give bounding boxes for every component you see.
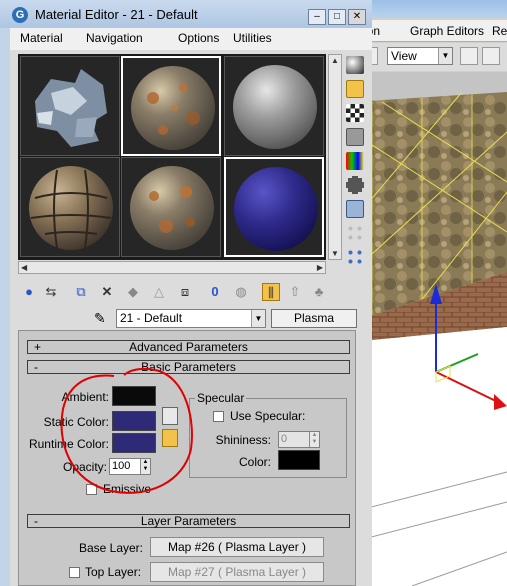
base-layer-label: Base Layer: bbox=[78, 541, 143, 555]
window-titlebar: G Material Editor - 21 - Default – □ ✕ bbox=[0, 0, 372, 28]
slots-horizontal-scrollbar[interactable]: ◀ ▶ bbox=[18, 261, 326, 274]
background-menubar: ition Graph Editors Re bbox=[352, 20, 507, 42]
sample-slot-3[interactable] bbox=[224, 56, 324, 156]
blue-plasma-preview bbox=[234, 167, 318, 251]
put-to-scene-icon[interactable]: ⇆ bbox=[42, 283, 60, 301]
copy-material-icon[interactable]: ◆ bbox=[124, 283, 142, 301]
rollout-layer-parameters[interactable]: - Layer Parameters bbox=[27, 514, 350, 528]
go-to-parent-icon[interactable]: ⇧ bbox=[286, 283, 304, 301]
background-checker-icon[interactable] bbox=[346, 104, 364, 122]
reference-coordinate-value: View bbox=[391, 49, 417, 63]
scroll-right-icon[interactable]: ▶ bbox=[317, 263, 323, 272]
material-editor-window: G Material Editor - 21 - Default – □ ✕ M… bbox=[0, 0, 372, 586]
menu-item-material[interactable]: Material bbox=[20, 31, 63, 45]
show-end-result-icon[interactable]: ⫼ bbox=[262, 283, 280, 301]
menu-item-graph-editors[interactable]: Graph Editors bbox=[410, 24, 484, 38]
material-map-navigator-icon[interactable] bbox=[346, 248, 364, 266]
window-title: Material Editor - 21 - Default bbox=[35, 7, 198, 22]
material-type-button[interactable]: Plasma Standard bbox=[271, 309, 357, 342]
select-icon[interactable] bbox=[482, 47, 500, 65]
pivot-icon[interactable] bbox=[460, 47, 478, 65]
menu-bar: Material Navigation Options Utilities bbox=[10, 28, 372, 50]
rust-spots-2 bbox=[149, 186, 195, 233]
sample-slot-1[interactable] bbox=[20, 56, 120, 156]
menu-item-navigation[interactable]: Navigation bbox=[86, 31, 143, 45]
sample-type-icon[interactable] bbox=[346, 56, 364, 74]
get-material-icon[interactable]: ● bbox=[20, 283, 38, 301]
scroll-left-icon[interactable]: ◀ bbox=[21, 263, 27, 272]
tile-grooves bbox=[30, 169, 112, 249]
rock-chunk-preview bbox=[35, 69, 107, 147]
options-icon[interactable] bbox=[346, 200, 364, 218]
slots-vertical-scrollbar[interactable]: ▲ ▼ bbox=[328, 54, 342, 260]
backlight-icon[interactable] bbox=[346, 80, 364, 98]
chevron-down-icon: ▼ bbox=[438, 48, 452, 64]
scroll-up-icon[interactable]: ▲ bbox=[331, 56, 339, 65]
background-titlebar bbox=[352, 0, 507, 18]
sample-slots-grid bbox=[18, 54, 326, 260]
maximize-button[interactable]: □ bbox=[328, 9, 346, 25]
sample-slot-6[interactable] bbox=[224, 157, 324, 257]
sample-slot-4[interactable] bbox=[20, 157, 120, 257]
top-layer-map-button[interactable]: Map #27 ( Plasma Layer ) bbox=[150, 562, 324, 582]
rust-spots bbox=[147, 84, 200, 135]
material-editor-client: ▲ ▼ ◀ ▶ ● ⇆ ⧉ ✕ ◆ △ ⧈ 0 ◍ ⫼ ⇧ ♣ ✎ 21 - D… bbox=[10, 50, 372, 586]
video-color-check-icon[interactable] bbox=[346, 152, 364, 170]
menu-item-utilities[interactable]: Utilities bbox=[233, 31, 272, 45]
sample-slot-2[interactable] bbox=[121, 56, 221, 156]
grey-marble-preview bbox=[233, 65, 317, 149]
scroll-down-icon[interactable]: ▼ bbox=[331, 249, 339, 258]
menu-item-options[interactable]: Options bbox=[178, 31, 219, 45]
minimize-button[interactable]: – bbox=[308, 9, 326, 25]
top-layer-checkbox[interactable] bbox=[69, 567, 80, 578]
sample-slot-5[interactable] bbox=[121, 157, 221, 257]
close-button[interactable]: ✕ bbox=[348, 9, 366, 25]
select-by-material-icon[interactable] bbox=[346, 224, 364, 242]
rollout-title: Layer Parameters bbox=[140, 514, 237, 528]
viewport-scene bbox=[352, 72, 507, 586]
material-effects-channel-icon[interactable]: 0 bbox=[206, 283, 224, 301]
sample-uv-tiling-icon[interactable] bbox=[346, 128, 364, 146]
show-map-in-viewport-icon[interactable]: ◍ bbox=[232, 283, 250, 301]
top-layer-label: Top Layer: bbox=[85, 565, 142, 579]
menu-item-rendering[interactable]: Re bbox=[492, 24, 507, 38]
make-unique-icon[interactable]: △ bbox=[150, 283, 168, 301]
make-preview-icon[interactable] bbox=[346, 176, 364, 194]
pick-material-eyedropper-icon[interactable]: ✎ bbox=[94, 310, 110, 326]
app-icon: G bbox=[12, 7, 28, 23]
chevron-down-icon: ▼ bbox=[251, 310, 265, 327]
reference-coordinate-dropdown[interactable]: View ▼ bbox=[387, 47, 453, 65]
material-name-dropdown[interactable]: 21 - Default ▼ bbox=[116, 309, 266, 328]
background-application: ition Graph Editors Re View ▼ bbox=[352, 0, 507, 586]
parameter-rollouts: + Advanced Parameters - Basic Parameters… bbox=[18, 330, 356, 586]
put-to-library-icon[interactable]: ⧈ bbox=[176, 283, 194, 301]
perspective-viewport[interactable] bbox=[352, 72, 507, 586]
go-forward-to-sibling-icon[interactable]: ♣ bbox=[310, 283, 328, 301]
assign-to-selection-icon[interactable]: ⧉ bbox=[72, 283, 90, 301]
base-layer-map-button[interactable]: Map #26 ( Plasma Layer ) bbox=[150, 537, 324, 557]
reset-map-icon[interactable]: ✕ bbox=[98, 283, 116, 301]
background-toolbar: View ▼ bbox=[352, 43, 507, 71]
material-name-value: 21 - Default bbox=[120, 311, 183, 325]
material-toolbar: ● ⇆ ⧉ ✕ ◆ △ ⧈ 0 ◍ ⫼ ⇧ ♣ bbox=[18, 280, 364, 306]
